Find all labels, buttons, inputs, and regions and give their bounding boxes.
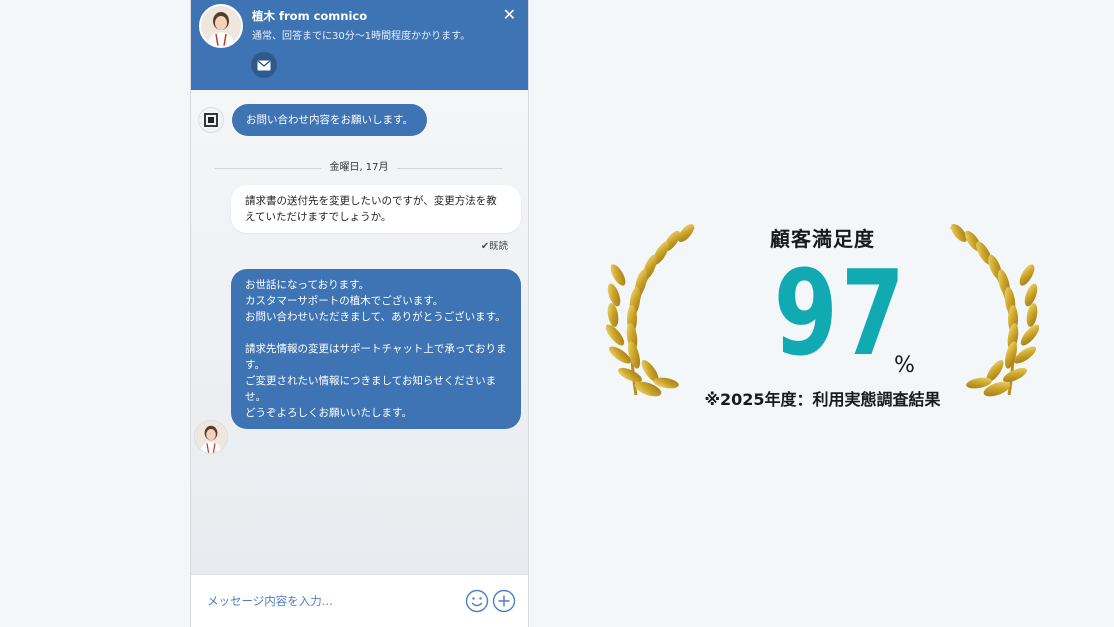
- user-message-bubble: 請求書の送付先を変更したいのですが、変更方法を教えていただけますでしょうか。: [231, 185, 521, 233]
- message-composer: メッセージ内容を入力...: [191, 574, 528, 627]
- satisfaction-value: 97: [773, 244, 909, 382]
- chat-header: 植木 from comnico 通常、回答までに30分〜1時間程度かかります。 …: [191, 0, 528, 90]
- satisfaction-award: 顧客満足度 97 % ※2025年度：利用実態調査結果: [600, 215, 1045, 415]
- message-list[interactable]: お問い合わせ内容をお願いします。 金曜日, 17月 請求書の送付先を変更したいの…: [191, 90, 528, 574]
- survey-note: ※2025年度：利用実態調査結果: [704, 390, 941, 409]
- close-icon[interactable]: ✕: [503, 7, 516, 23]
- bot-message-bubble: お問い合わせ内容をお願いします。: [232, 104, 427, 136]
- message-input[interactable]: メッセージ内容を入力...: [207, 593, 333, 609]
- company-logo-avatar: [198, 107, 224, 133]
- response-time-note: 通常、回答までに30分〜1時間程度かかります。: [252, 31, 471, 42]
- agent-avatar-small: [194, 420, 228, 454]
- agent-message-bubble: お世話になっております。 カスタマーサポートの植木でございます。 お問い合わせい…: [231, 269, 521, 429]
- plus-icon[interactable]: [492, 589, 516, 613]
- percent-unit: %: [894, 353, 915, 378]
- emoji-icon[interactable]: [465, 589, 489, 613]
- mail-icon: [257, 59, 271, 70]
- agent-avatar: [199, 4, 243, 48]
- agent-name: 植木 from comnico: [252, 9, 368, 23]
- date-separator: 金曜日, 17月: [215, 160, 503, 176]
- read-receipt: ✔既読: [481, 241, 508, 252]
- mail-button[interactable]: [251, 52, 277, 78]
- chat-widget: 植木 from comnico 通常、回答までに30分〜1時間程度かかります。 …: [190, 0, 529, 627]
